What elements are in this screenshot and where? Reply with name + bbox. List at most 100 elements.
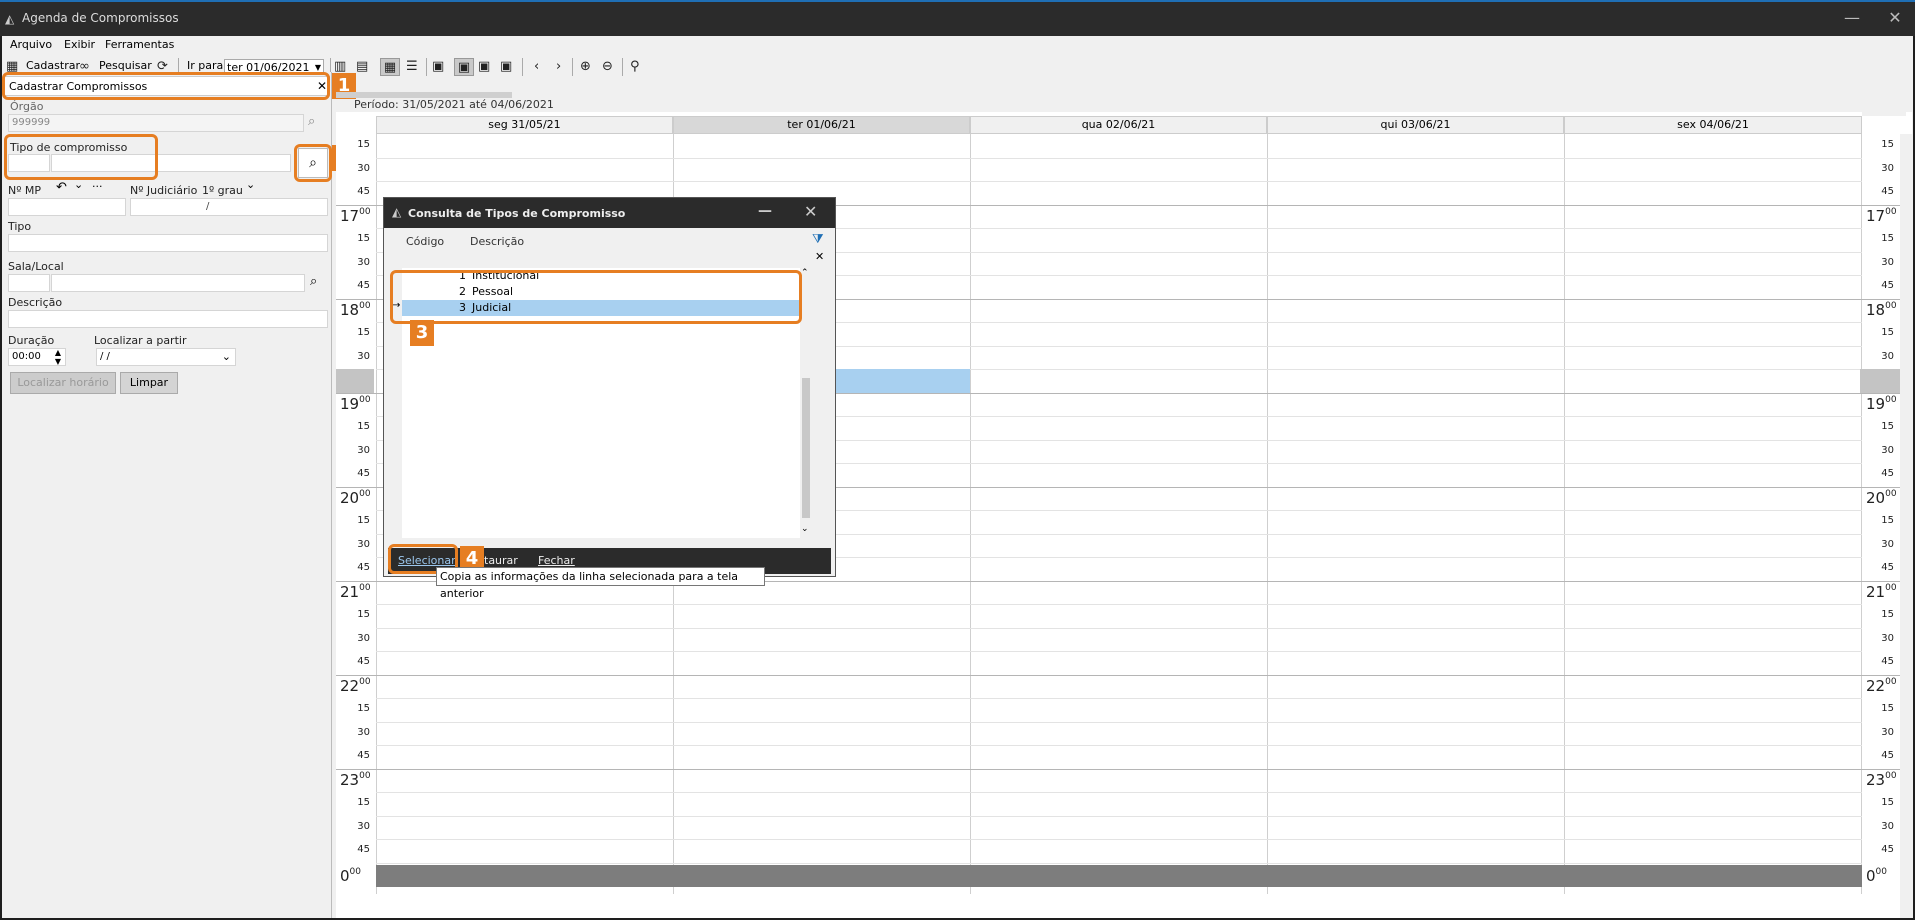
duracao-label: Duração <box>8 334 55 347</box>
minute-label-left: 30 <box>357 726 370 738</box>
window-titlebar: ◭ Agenda de Compromissos — ✕ <box>0 0 1915 36</box>
nmp-field[interactable] <box>8 198 126 216</box>
duracao-field[interactable]: 00:00 ▲ ▼ <box>8 348 66 366</box>
chevron-down-icon[interactable]: ⌄ <box>222 349 231 365</box>
hour-number: 19 <box>340 394 360 413</box>
minute-label-right: 30 <box>1881 538 1894 550</box>
chevron-left-icon[interactable]: ‹ <box>534 58 539 76</box>
day-header-seg[interactable]: seg 31/05/21 <box>376 116 673 134</box>
orgao-field[interactable]: 999999 <box>8 114 304 132</box>
hour-label-right: 2100 <box>1866 583 1897 601</box>
hour-suffix: 00 <box>359 488 371 499</box>
pesquisar-button[interactable]: Pesquisar <box>99 59 152 72</box>
orgao-value: 999999 <box>12 117 51 128</box>
zoom-out-icon[interactable]: ⊖ <box>602 58 613 76</box>
minute-label-right: 15 <box>1881 797 1894 808</box>
restaurar-button[interactable]: taurar <box>484 554 518 567</box>
day-header-qua[interactable]: qua 02/06/21 <box>970 116 1267 134</box>
calendar-7-icon[interactable]: ▣ <box>478 58 490 76</box>
hour-number: 21 <box>1866 582 1886 601</box>
search-icon[interactable]: ⌕ <box>310 274 317 289</box>
dialog-close-button[interactable]: ✕ <box>804 202 817 221</box>
spinner-icon[interactable]: ▲ ▼ <box>55 348 61 366</box>
hour-suffix: 00 <box>359 770 371 781</box>
nmp-label: Nº MP <box>8 184 42 197</box>
grid-line <box>376 651 1862 652</box>
ir-para-label: Ir para <box>187 59 224 72</box>
minute-label-left: 15 <box>357 703 370 714</box>
localizar-horario-button[interactable]: Localizar horário <box>10 372 116 394</box>
hour-label-left: 1900 <box>340 395 371 413</box>
minute-label-right: 30 <box>1881 820 1894 832</box>
day-header-qui[interactable]: qui 03/06/21 <box>1267 116 1564 134</box>
localizar-date-field[interactable]: / / ⌄ <box>96 348 236 366</box>
minute-label-right: 45 <box>1881 656 1894 667</box>
hour-label-right: 1900 <box>1866 395 1897 413</box>
pin-icon[interactable]: ⚲ <box>630 58 640 76</box>
chevron-down-icon[interactable]: ⌄ <box>74 178 83 191</box>
cadastrar-button[interactable]: Cadastrar <box>26 59 80 72</box>
annotation-box-3 <box>390 270 802 324</box>
orgao-label: Órgão <box>10 100 44 113</box>
minute-label-right: 30 <box>1881 444 1894 456</box>
calendar-week-icon[interactable]: ▤ <box>356 58 368 76</box>
dialog-minimize-button[interactable]: — <box>758 203 772 219</box>
minimize-button[interactable]: — <box>1837 8 1867 28</box>
col-codigo-header[interactable]: Código <box>406 235 444 248</box>
close-window-button[interactable]: ✕ <box>1880 8 1910 28</box>
day-header-ter[interactable]: ter 01/06/21 <box>673 116 970 134</box>
descricao-field[interactable] <box>8 310 328 328</box>
calendar-5-icon[interactable]: ▣ <box>454 58 474 76</box>
minute-label-left: 30 <box>357 256 370 268</box>
zoom-in-icon[interactable]: ⊕ <box>580 58 591 76</box>
sala-code-field[interactable] <box>8 274 50 292</box>
minute-label-right: 30 <box>1881 350 1894 362</box>
minute-label-left: 45 <box>357 186 370 197</box>
calendar-vertical-scrollbar[interactable] <box>1900 134 1912 918</box>
grid-line <box>376 839 1862 840</box>
clear-filter-icon[interactable]: ✕ <box>815 250 824 263</box>
limpar-button[interactable]: Limpar <box>120 372 178 394</box>
day-header-sex[interactable]: sex 04/06/21 <box>1564 116 1862 134</box>
menu-arquivo[interactable]: Arquivo <box>10 38 52 51</box>
tipo-field[interactable] <box>8 234 328 252</box>
fechar-button[interactable]: Fechar <box>538 554 575 567</box>
minute-label-left: 30 <box>357 444 370 456</box>
minute-label-left: 30 <box>357 538 370 550</box>
minute-label-left: 15 <box>357 421 370 432</box>
hour-number: 0 <box>340 866 350 885</box>
calendar-31-icon[interactable]: ▣ <box>500 58 512 76</box>
hour-suffix: 00 <box>359 394 371 405</box>
sala-desc-field[interactable] <box>51 274 305 292</box>
grid-line <box>376 698 1862 699</box>
calendar-workweek-icon[interactable]: ▦ <box>380 58 400 76</box>
nmp-more-button[interactable]: ··· <box>92 180 103 193</box>
hour-label-left: 2300 <box>340 771 371 789</box>
grid-line <box>376 745 1862 746</box>
menu-exibir[interactable]: Exibir <box>64 38 95 51</box>
next-day-band <box>376 864 1862 887</box>
scrollbar-thumb[interactable] <box>802 378 810 518</box>
list-view-icon[interactable]: ☰ <box>406 58 418 76</box>
filter-icon[interactable]: ⧩ <box>812 232 824 247</box>
hour-label-right: 2200 <box>1866 677 1897 695</box>
judiciario-field[interactable]: / <box>130 198 328 216</box>
calendar-1-icon[interactable]: ▣ <box>432 58 444 76</box>
dialog-column-headers: Código Descrição <box>402 234 812 250</box>
chevron-right-icon[interactable]: › <box>556 58 561 76</box>
hour-number: 20 <box>340 488 360 507</box>
minute-label-right: 45 <box>1881 186 1894 197</box>
hour-label-right: 1700 <box>1866 207 1897 225</box>
judiciario-label: Nº Judiciário <box>130 184 198 197</box>
col-descricao-header[interactable]: Descrição <box>470 235 524 248</box>
chevron-up-icon[interactable]: ⌃ <box>801 268 809 278</box>
minute-label-right: 15 <box>1881 703 1894 714</box>
chevron-down-icon[interactable]: ⌄ <box>246 178 255 191</box>
menu-ferramentas[interactable]: Ferramentas <box>105 38 174 51</box>
hour-number: 17 <box>1866 206 1886 225</box>
annotation-badge-3: 3 <box>410 320 434 346</box>
chevron-down-icon[interactable]: ⌄ <box>801 524 809 534</box>
undo-icon[interactable]: ↶ <box>56 180 67 195</box>
minute-label-left: 30 <box>357 350 370 362</box>
search-icon[interactable]: ⌕ <box>308 114 315 129</box>
